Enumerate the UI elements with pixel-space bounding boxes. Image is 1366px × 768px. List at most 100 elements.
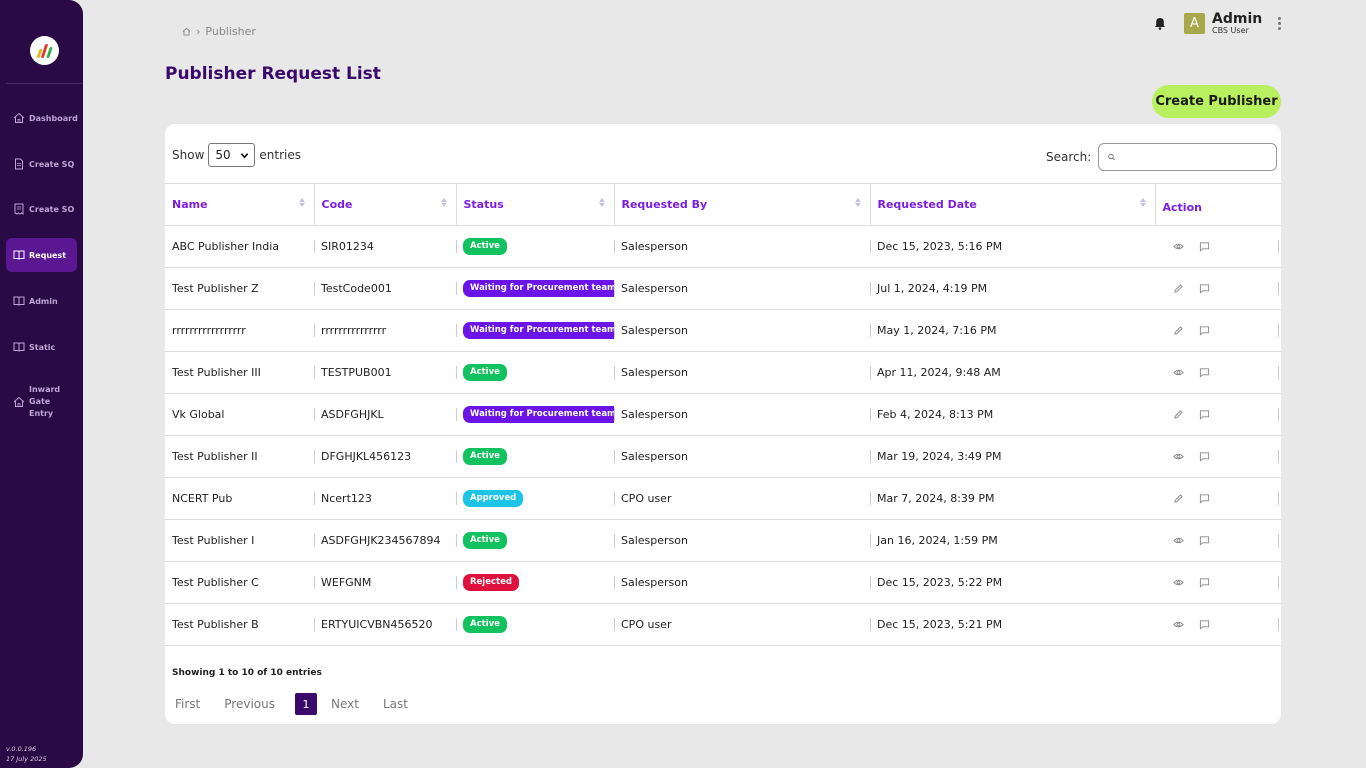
entries-select[interactable]: 50 [208, 143, 256, 167]
row-actions [1162, 367, 1281, 378]
table-row[interactable]: Test Publisher C WEFGNM Rejected Salesperso… [165, 561, 1281, 604]
home-icon [13, 112, 25, 123]
bell-icon[interactable] [1150, 14, 1170, 34]
cell-status: Approved [456, 477, 614, 520]
status-badge: Waiting for Procurement team [463, 280, 614, 297]
cell-requested-date: May 1, 2024, 7:16 PM [870, 309, 1155, 352]
sidebar-item-inward-gate-entry[interactable]: Inward Gate Entry [6, 380, 77, 424]
eye-icon[interactable] [1173, 367, 1184, 378]
status-badge: Active [463, 448, 507, 465]
sidebar-item-create-sq[interactable]: Create SQ [6, 147, 77, 181]
app-logo[interactable] [30, 36, 59, 65]
status-badge: Waiting for Procurement team [463, 322, 614, 339]
table-header-row: Name Code Status Requested By Requested … [165, 183, 1281, 226]
table-row[interactable]: ABC Publisher India SIR01234 Active Salespe… [165, 225, 1281, 268]
cell-code: rrrrrrrrrrrrrrr [314, 309, 456, 352]
eye-icon[interactable] [1173, 619, 1184, 630]
avatar[interactable]: A [1184, 13, 1205, 34]
search-box[interactable] [1098, 143, 1278, 171]
comment-icon[interactable] [1199, 451, 1210, 462]
column-header-requested-by[interactable]: Requested By [614, 183, 871, 226]
user-role: CBS User [1212, 26, 1249, 35]
previous-page-button[interactable]: Previous [218, 697, 281, 711]
more-options-icon[interactable] [1276, 17, 1282, 30]
show-label: Show [172, 148, 205, 162]
sort-icon [598, 198, 605, 207]
next-page-button[interactable]: Next [325, 697, 365, 711]
sidebar-item-create-so[interactable]: Create SO [6, 192, 77, 226]
cell-requested-date: Jan 16, 2024, 1:59 PM [870, 519, 1155, 562]
table-row[interactable]: Test Publisher B ERTYUICVBN456520 Active CP… [165, 603, 1281, 646]
current-page-button[interactable]: 1 [294, 693, 317, 715]
row-actions [1162, 241, 1281, 252]
sidebar-item-static[interactable]: Static [6, 330, 77, 364]
cell-status: Active [456, 435, 614, 478]
comment-icon[interactable] [1199, 493, 1210, 504]
chevron-down-icon [241, 152, 249, 159]
user-info[interactable]: Admin CBS User [1212, 12, 1262, 35]
table-row[interactable]: Test Publisher II DFGHJKL456123 Active Sale… [165, 435, 1281, 478]
eye-icon[interactable] [1173, 241, 1184, 252]
table-row[interactable]: Test Publisher III TESTPUB001 Active Salesp… [165, 351, 1281, 394]
column-header-requested-date[interactable]: Requested Date [870, 183, 1156, 226]
column-header-name[interactable]: Name [165, 183, 315, 226]
cell-requested-date: Apr 11, 2024, 9:48 AM [870, 351, 1155, 394]
comment-icon[interactable] [1199, 577, 1210, 588]
version-date: 17 July 2025 [6, 755, 47, 763]
home-icon[interactable] [182, 27, 191, 36]
sidebar-divider [6, 83, 82, 84]
table-row[interactable]: Test Publisher I ASDFGHJK234567894 Active S… [165, 519, 1281, 562]
cell-name: Test Publisher III [165, 351, 314, 394]
sidebar-item-dashboard[interactable]: Dashboard [6, 101, 78, 135]
cell-requested-by: CPO user [614, 477, 870, 520]
cell-requested-by: Salesperson [614, 435, 870, 478]
sidebar-item-label: Dashboard [29, 113, 78, 123]
comment-icon[interactable] [1199, 619, 1210, 630]
eye-icon[interactable] [1173, 451, 1184, 462]
create-publisher-button[interactable]: Create Publisher [1152, 85, 1281, 118]
comment-icon[interactable] [1199, 325, 1210, 336]
pencil-icon[interactable] [1173, 325, 1184, 336]
cell-requested-by: Salesperson [614, 225, 870, 268]
status-badge: Active [463, 238, 507, 255]
pencil-icon[interactable] [1173, 493, 1184, 504]
cell-action [1155, 603, 1281, 646]
sort-icon [298, 198, 305, 207]
column-header-code[interactable]: Code [314, 183, 457, 226]
comment-icon[interactable] [1199, 535, 1210, 546]
publisher-table: Name Code Status Requested By Requested … [165, 183, 1281, 646]
sidebar-item-label: Create SQ [29, 159, 75, 169]
table-row[interactable]: Vk Global ASDFGHJKL Waiting for Procuremen… [165, 393, 1281, 436]
entries-label: entries [259, 148, 301, 162]
eye-icon[interactable] [1173, 577, 1184, 588]
pencil-icon[interactable] [1173, 409, 1184, 420]
comment-icon[interactable] [1199, 367, 1210, 378]
cell-action [1155, 351, 1281, 394]
sidebar-item-label: Create SO [29, 204, 75, 214]
cell-code: Ncert123 [314, 477, 456, 520]
cell-code: TestCode001 [314, 267, 456, 310]
table-row[interactable]: Test Publisher Z TestCode001 Waiting for P… [165, 267, 1281, 310]
pencil-icon[interactable] [1173, 283, 1184, 294]
comment-icon[interactable] [1199, 409, 1210, 420]
column-header-status[interactable]: Status [456, 183, 615, 226]
book-icon [13, 250, 25, 260]
sidebar-item-request[interactable]: Request [6, 238, 77, 272]
cell-requested-date: Jul 1, 2024, 4:19 PM [870, 267, 1155, 310]
cell-name: Vk Global [165, 393, 314, 436]
comment-icon[interactable] [1199, 241, 1210, 252]
last-page-button[interactable]: Last [377, 697, 414, 711]
cell-name: Test Publisher I [165, 519, 314, 562]
eye-icon[interactable] [1173, 535, 1184, 546]
cell-action [1155, 393, 1281, 436]
user-name: Admin [1212, 11, 1263, 27]
search-input[interactable] [1121, 146, 1277, 168]
table-row[interactable]: rrrrrrrrrrrrrrrrr rrrrrrrrrrrrrrr Waiting … [165, 309, 1281, 352]
cell-code: TESTPUB001 [314, 351, 456, 394]
cell-status: Active [456, 225, 614, 268]
first-page-button[interactable]: First [169, 697, 206, 711]
comment-icon[interactable] [1199, 283, 1210, 294]
table-row[interactable]: NCERT Pub Ncert123 Approved CPO user Mar 7, … [165, 477, 1281, 520]
cell-requested-date: Dec 15, 2023, 5:21 PM [870, 603, 1155, 646]
sidebar-item-admin[interactable]: Admin [6, 284, 77, 318]
